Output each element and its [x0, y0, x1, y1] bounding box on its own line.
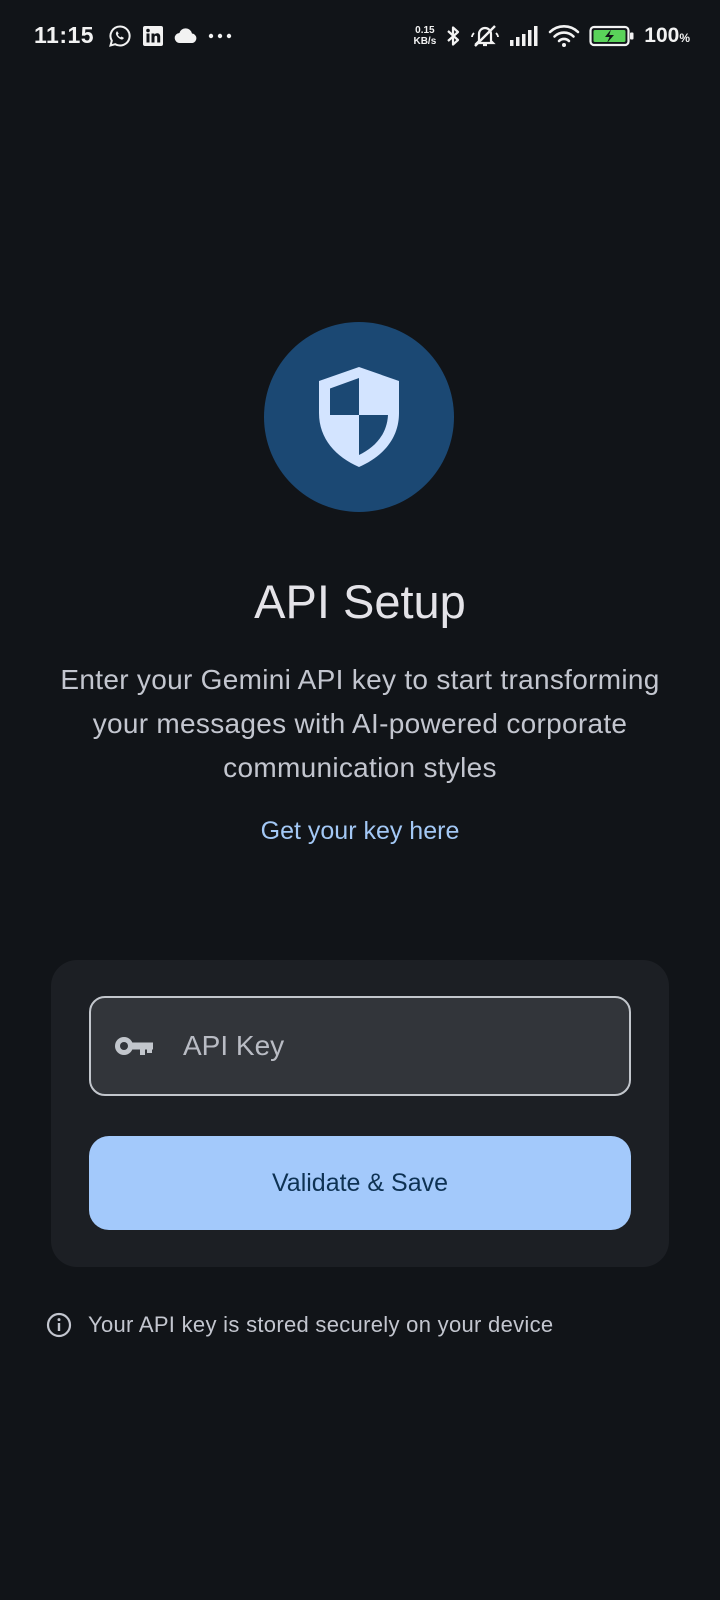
shield-icon	[313, 363, 405, 471]
network-speed: 0.15 KB/s	[413, 25, 436, 47]
notification-icons	[108, 22, 232, 50]
battery-charging-icon	[589, 24, 635, 48]
system-icons: 0.15 KB/s 100%	[413, 20, 690, 52]
api-key-input[interactable]	[183, 998, 613, 1094]
battery-percent-value: 100	[644, 24, 680, 47]
security-note: Your API key is stored securely on your …	[46, 1312, 553, 1338]
info-icon	[46, 1312, 72, 1338]
wifi-icon	[548, 24, 580, 48]
battery-percent-symbol: %	[679, 31, 690, 45]
validate-save-button[interactable]: Validate & Save	[89, 1136, 631, 1230]
status-bar: 11:15 0.15 KB/s 100%	[0, 0, 720, 72]
get-key-link[interactable]: Get your key here	[0, 817, 720, 846]
hero-icon-circle	[264, 322, 454, 512]
network-speed-unit: KB/s	[413, 36, 437, 47]
battery-percent: 100%	[644, 24, 690, 48]
api-key-card: Validate & Save	[51, 960, 669, 1267]
page-title: API Setup	[254, 575, 466, 628]
whatsapp-icon	[108, 24, 132, 48]
silent-mode-icon	[470, 23, 500, 49]
linkedin-icon	[142, 25, 164, 47]
network-speed-value: 0.15	[415, 25, 435, 36]
status-time: 11:15	[34, 22, 95, 48]
cloud-icon	[174, 27, 198, 45]
signal-icon	[509, 25, 539, 47]
api-key-field[interactable]	[89, 996, 631, 1096]
page-description: Enter your Gemini API key to start trans…	[60, 664, 660, 783]
more-dots-icon	[208, 32, 232, 40]
key-icon	[113, 1034, 155, 1058]
bluetooth-icon	[445, 24, 461, 48]
security-note-text: Your API key is stored securely on your …	[88, 1312, 554, 1337]
